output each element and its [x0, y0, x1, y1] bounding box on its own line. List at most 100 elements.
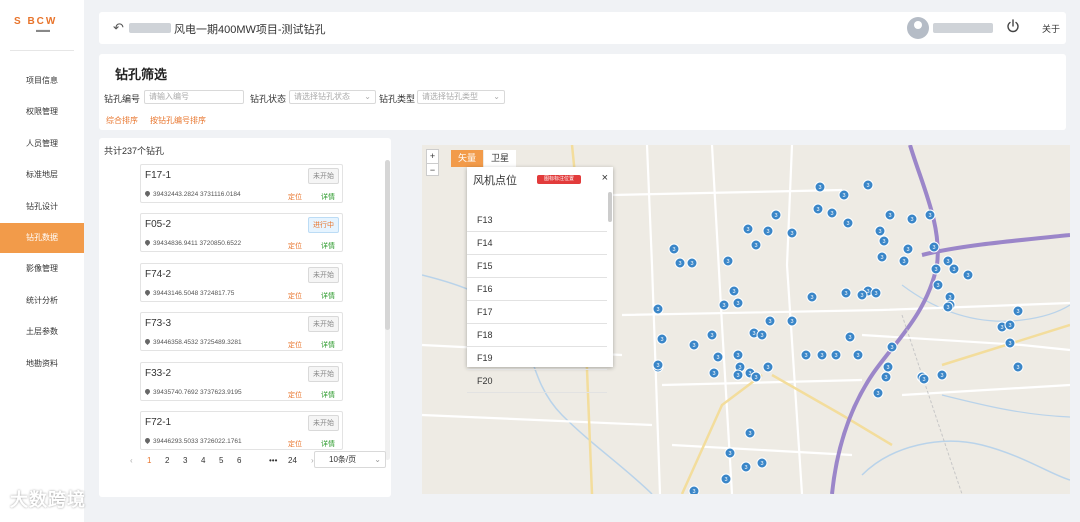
turbine-cluster-marker[interactable]: 3 [856, 289, 868, 301]
turbine-cluster-marker[interactable]: 3 [842, 217, 854, 229]
turbine-cluster-marker[interactable]: 3 [786, 227, 798, 239]
turbine-cluster-marker[interactable]: 3 [962, 269, 974, 281]
turbine-cluster-marker[interactable]: 3 [728, 285, 740, 297]
turbine-cluster-marker[interactable]: 3 [882, 361, 894, 373]
turbine-cluster-marker[interactable]: 3 [764, 315, 776, 327]
page-number[interactable]: 3 [183, 456, 187, 465]
turbine-cluster-marker[interactable]: 3 [742, 223, 754, 235]
sort-by-code[interactable]: 按钻孔编号排序 [150, 115, 206, 126]
turbine-cluster-marker[interactable]: 3 [706, 329, 718, 341]
turbine-cluster-marker[interactable]: 3 [732, 349, 744, 361]
page-number[interactable]: 1 [147, 456, 151, 465]
turbine-cluster-marker[interactable]: 3 [928, 241, 940, 253]
page-number[interactable]: 2 [165, 456, 169, 465]
detail-link[interactable]: 详情 [321, 390, 335, 400]
turbine-cluster-marker[interactable]: 3 [814, 181, 826, 193]
turbine-cluster-marker[interactable]: 3 [656, 333, 668, 345]
sidebar-item[interactable]: 权限管理 [0, 97, 84, 127]
turbine-cluster-marker[interactable]: 3 [906, 213, 918, 225]
turbine-cluster-marker[interactable]: 3 [816, 349, 828, 361]
sidebar-item[interactable]: 项目信息 [0, 66, 84, 96]
turbine-cluster-marker[interactable]: 3 [936, 369, 948, 381]
detail-link[interactable]: 详情 [321, 439, 335, 449]
turbine-cluster-marker[interactable]: 3 [812, 203, 824, 215]
code-input[interactable]: 请输入编号 [144, 90, 244, 104]
avatar-icon[interactable] [907, 17, 929, 39]
turbine-item[interactable]: F13 [467, 209, 607, 232]
borehole-card[interactable]: F73-3 未开始 39446358.4532 3725489.3281 定位 详情 [140, 312, 343, 352]
page-last[interactable]: 24 [288, 456, 297, 465]
locate-link[interactable]: 定位 [288, 241, 302, 251]
borehole-card[interactable]: F33-2 未开始 39435740.7692 3737623.9195 定位 详情 [140, 361, 343, 401]
turbine-cluster-marker[interactable]: 3 [688, 485, 700, 494]
borehole-card[interactable]: F05-2 进行中 39434836.9411 3720850.6522 定位 详情 [140, 213, 343, 253]
borehole-card[interactable]: F17-1 未开始 39432443.2824 3731116.0184 定位 详情 [140, 164, 343, 203]
turbine-cluster-marker[interactable]: 3 [948, 263, 960, 275]
turbine-cluster-marker[interactable]: 3 [740, 461, 752, 473]
turbine-cluster-marker[interactable]: 3 [840, 287, 852, 299]
turbine-cluster-marker[interactable]: 3 [652, 359, 664, 371]
locate-link[interactable]: 定位 [288, 340, 302, 350]
turbine-cluster-marker[interactable]: 3 [762, 361, 774, 373]
detail-link[interactable]: 详情 [321, 340, 335, 350]
sidebar-item[interactable]: 地勘资料 [0, 349, 84, 379]
map-type-satellite[interactable]: 卫星 [484, 150, 517, 167]
sidebar-item[interactable]: 土层参数 [0, 317, 84, 347]
borehole-card[interactable]: F74-2 未开始 39443146.5048 3724817.75 定位 详情 [140, 262, 343, 302]
turbine-item[interactable]: F14 [467, 232, 607, 255]
turbine-cluster-marker[interactable]: 3 [918, 373, 930, 385]
turbine-cluster-marker[interactable]: 3 [826, 207, 838, 219]
turbine-cluster-marker[interactable]: 3 [750, 371, 762, 383]
status-select[interactable]: 请选择钻孔状态 ⌄ [289, 90, 376, 104]
turbine-cluster-marker[interactable]: 3 [770, 209, 782, 221]
prev-page[interactable]: ‹ [130, 456, 133, 465]
page-size-select[interactable]: 10条/页 ⌄ [314, 451, 386, 468]
turbine-cluster-marker[interactable]: 3 [872, 387, 884, 399]
map-view[interactable]: 3333333333333333333333333333333333333333… [422, 145, 1070, 494]
locate-link[interactable]: 定位 [288, 291, 302, 301]
detail-link[interactable]: 详情 [321, 291, 335, 301]
turbine-cluster-marker[interactable]: 3 [756, 457, 768, 469]
sidebar-item[interactable]: 钻孔设计 [0, 192, 84, 222]
page-number[interactable]: 6 [237, 456, 241, 465]
sort-all[interactable]: 综合排序 [106, 115, 138, 126]
about-link[interactable]: 关于 [1042, 22, 1060, 35]
turbine-cluster-marker[interactable]: 3 [756, 329, 768, 341]
sidebar-item[interactable]: 统计分析 [0, 286, 84, 316]
sidebar-item[interactable]: 人员管理 [0, 129, 84, 159]
turbine-cluster-marker[interactable]: 3 [924, 209, 936, 221]
turbine-item[interactable]: F15 [467, 255, 607, 278]
detail-link[interactable]: 详情 [321, 192, 335, 202]
turbine-cluster-marker[interactable]: 3 [876, 251, 888, 263]
locate-link[interactable]: 定位 [288, 390, 302, 400]
turbine-cluster-marker[interactable]: 3 [878, 235, 890, 247]
turbine-cluster-marker[interactable]: 3 [902, 243, 914, 255]
turbine-cluster-marker[interactable]: 3 [708, 367, 720, 379]
turbine-cluster-marker[interactable]: 3 [932, 279, 944, 291]
locate-link[interactable]: 定位 [288, 192, 302, 202]
close-icon[interactable]: × [602, 172, 608, 184]
turbine-cluster-marker[interactable]: 3 [712, 351, 724, 363]
turbine-cluster-marker[interactable]: 3 [652, 303, 664, 315]
sidebar-item[interactable]: 钻孔数据 [0, 223, 84, 253]
turbine-cluster-marker[interactable]: 3 [886, 341, 898, 353]
popup-scrollbar[interactable] [608, 192, 612, 222]
zoom-out-button[interactable]: − [427, 163, 438, 176]
turbine-cluster-marker[interactable]: 3 [800, 349, 812, 361]
turbine-cluster-marker[interactable]: 3 [722, 255, 734, 267]
turbine-cluster-marker[interactable]: 3 [732, 297, 744, 309]
sidebar-item[interactable]: 标准地层 [0, 160, 84, 190]
turbine-cluster-marker[interactable]: 3 [1012, 305, 1024, 317]
borehole-card[interactable]: F72-1 未开始 39446293.5033 3726022.1761 定位 详情 [140, 411, 343, 450]
turbine-cluster-marker[interactable]: 3 [838, 189, 850, 201]
turbine-cluster-marker[interactable]: 3 [942, 301, 954, 313]
turbine-cluster-marker[interactable]: 3 [852, 349, 864, 361]
turbine-item[interactable]: F17 [467, 301, 607, 324]
page-number[interactable]: 5 [219, 456, 223, 465]
back-arrow-icon[interactable]: ↶ [113, 20, 124, 36]
turbine-cluster-marker[interactable]: 3 [884, 209, 896, 221]
turbine-cluster-marker[interactable]: 3 [732, 369, 744, 381]
turbine-item[interactable]: F18 [467, 324, 607, 347]
zoom-in-button[interactable]: + [427, 150, 438, 163]
power-icon[interactable] [1005, 18, 1021, 34]
